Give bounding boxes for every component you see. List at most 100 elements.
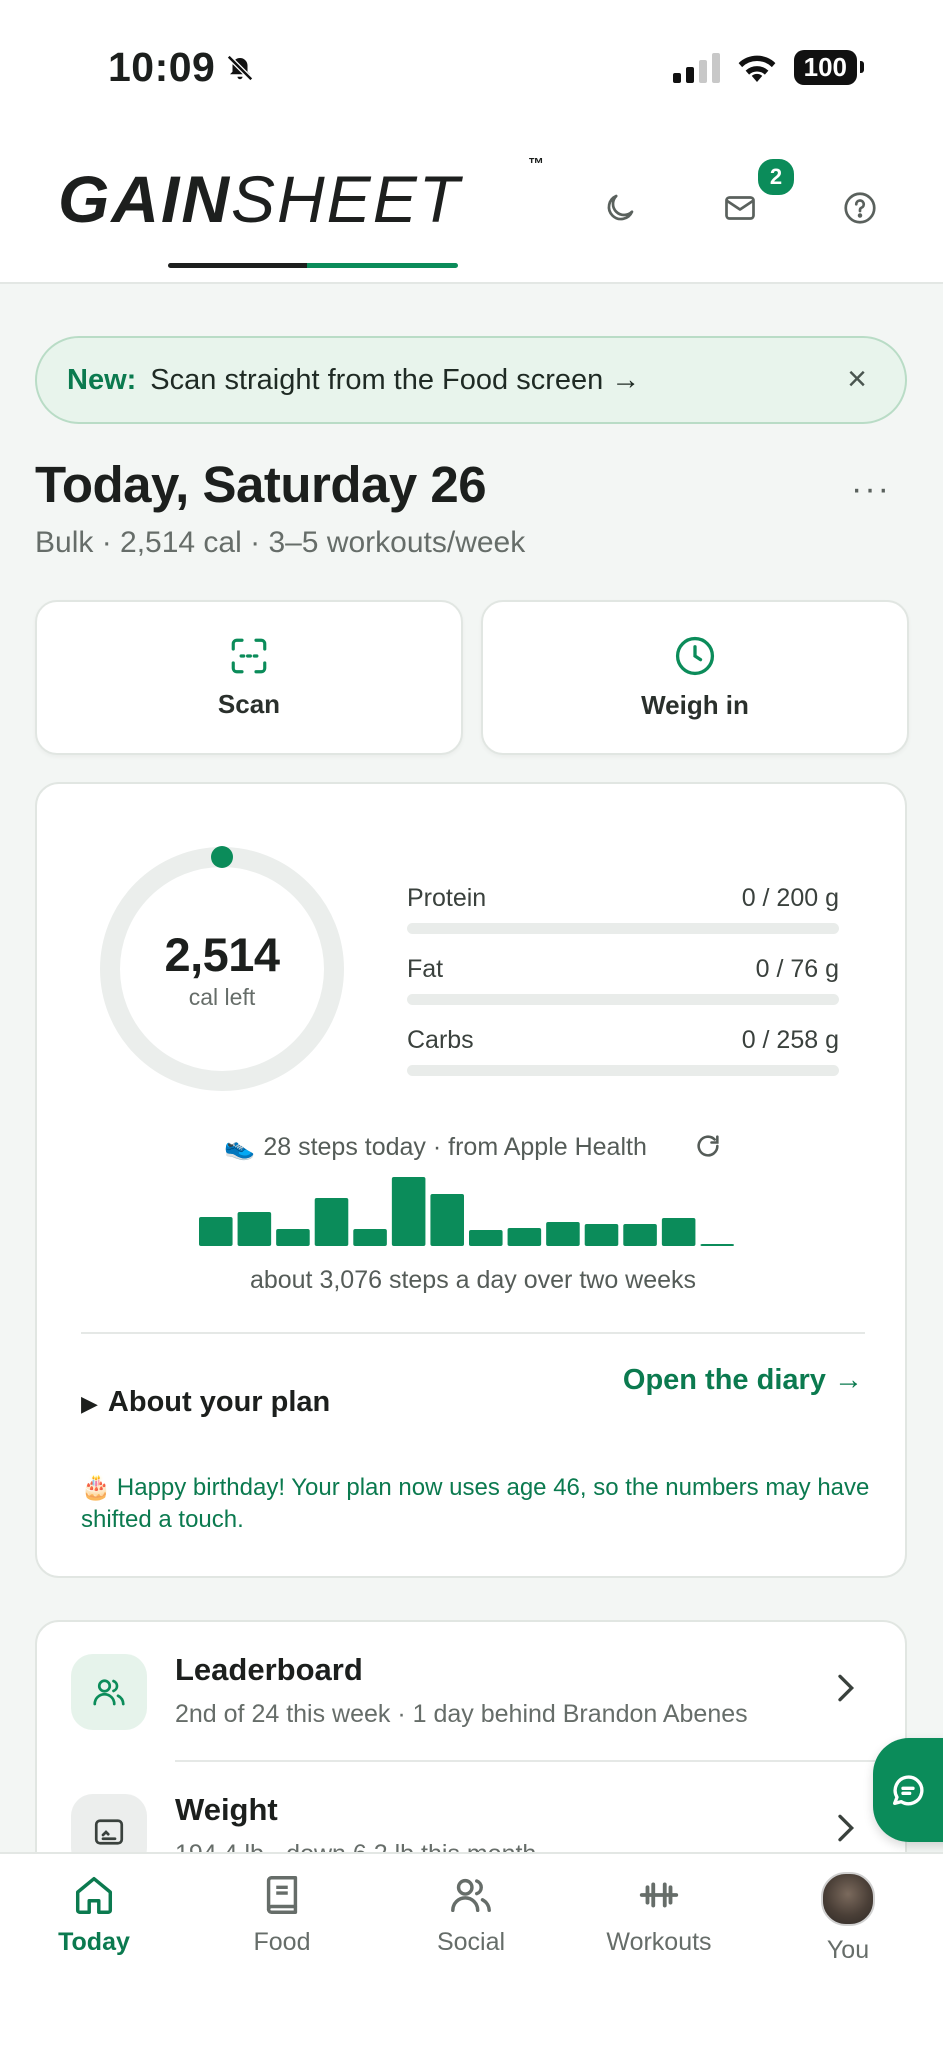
steps-bar xyxy=(353,1229,387,1246)
about-plan-toggle[interactable]: ▶ About your plan xyxy=(81,1386,330,1419)
chevron-right-icon xyxy=(838,1814,855,1842)
tab-social-label: Social xyxy=(436,1928,506,1956)
tab-you-label: You xyxy=(826,1936,870,1964)
banner-message[interactable]: Scan straight from the Food screen → xyxy=(150,364,640,397)
steps-average-text: about 3,076 steps a day over two weeks xyxy=(249,1266,697,1294)
about-plan-label: About your plan xyxy=(107,1386,331,1418)
scan-frame-icon xyxy=(231,638,267,674)
birthday-note-text: Happy birthday! Your plan now uses age 4… xyxy=(81,1474,870,1533)
tab-food-label: Food xyxy=(253,1928,311,1956)
help-button[interactable] xyxy=(838,186,882,230)
inbox-button[interactable] xyxy=(718,186,762,230)
logo-underline xyxy=(168,263,458,268)
weigh-in-label: Weigh in xyxy=(641,690,749,720)
logo-bold-text: GAIN xyxy=(58,162,231,236)
weight-title: Weight xyxy=(175,1792,278,1827)
macro-value: 0 / 258 g xyxy=(741,1026,839,1054)
steps-bar xyxy=(700,1244,734,1246)
steps-bar xyxy=(391,1177,426,1246)
tab-today-label: Today xyxy=(58,1928,130,1956)
steps-bar xyxy=(507,1228,542,1246)
scan-button[interactable]: Scan xyxy=(35,600,463,755)
leaderboard-row[interactable]: Leaderboard 2nd of 24 this week · 1 day … xyxy=(37,1622,905,1762)
calorie-ring: 2,514 cal left xyxy=(97,844,347,1094)
macro-progress-bar xyxy=(407,923,839,934)
avatar xyxy=(821,1872,875,1926)
cellular-signal-icon xyxy=(672,52,720,83)
disclosure-triangle-icon: ▶ xyxy=(81,1391,98,1416)
more-options-button[interactable]: ··· xyxy=(851,470,891,509)
steps-bar xyxy=(199,1217,233,1246)
shoe-icon: 👟 xyxy=(224,1133,256,1161)
app-header: GAINSHEET ™ xyxy=(0,130,943,284)
tab-food[interactable]: Food xyxy=(207,1872,357,1957)
status-bar: 10:09 100 xyxy=(0,0,943,130)
steps-bar-chart xyxy=(199,1177,734,1246)
wifi-icon xyxy=(738,55,775,82)
macro-name: Carbs xyxy=(407,1026,474,1054)
scan-label: Scan xyxy=(217,689,281,719)
steps-bar xyxy=(237,1212,272,1246)
macro-carbs: Carbs 0 / 258 g xyxy=(407,1026,839,1076)
clock-icon xyxy=(675,636,715,676)
chat-bubble-icon xyxy=(893,1775,924,1806)
trademark-symbol: ™ xyxy=(528,156,544,173)
dark-mode-toggle[interactable] xyxy=(598,186,642,230)
macro-name: Protein xyxy=(407,884,487,912)
moon-icon xyxy=(607,194,634,221)
bell-muted-icon xyxy=(227,54,254,81)
steps-bar xyxy=(469,1230,503,1246)
page-title: Today, Saturday 26 xyxy=(35,456,487,513)
leaderboard-subtitle: 2nd of 24 this week · 1 day behind Brand… xyxy=(175,1700,748,1728)
announcement-banner[interactable]: New: Scan straight from the Food screen … xyxy=(35,336,907,424)
tab-you[interactable]: You xyxy=(773,1872,923,1965)
calories-left-value: 2,514 xyxy=(164,928,280,981)
steps-chart xyxy=(197,1176,737,1246)
users-icon xyxy=(93,1679,125,1706)
steps-bar xyxy=(276,1229,310,1246)
steps-bar xyxy=(430,1194,464,1246)
dumbbell-icon xyxy=(639,1882,679,1908)
macro-progress-bar xyxy=(407,994,839,1005)
home-icon xyxy=(75,1876,113,1914)
steps-bar xyxy=(661,1218,696,1246)
banner-new-label: New: xyxy=(67,363,137,396)
macro-protein: Protein 0 / 200 g xyxy=(407,884,839,934)
tab-social[interactable]: Social xyxy=(396,1872,546,1957)
cake-icon: 🎂 xyxy=(81,1474,111,1501)
open-diary-link[interactable]: Open the diary → xyxy=(623,1364,863,1397)
help-circle-icon xyxy=(844,192,876,224)
calorie-ring-center: 2,514 cal left xyxy=(97,844,347,1094)
status-time-text: 10:09 xyxy=(108,44,216,90)
weigh-in-button[interactable]: Weigh in xyxy=(481,600,909,755)
steps-bar xyxy=(584,1224,619,1246)
status-time: 10:09 xyxy=(108,44,255,91)
tab-workouts-label: Workouts xyxy=(606,1928,712,1956)
steps-today-row: 👟 28 steps today · from Apple Health xyxy=(37,1132,909,1162)
mail-icon xyxy=(725,196,755,220)
tab-today[interactable]: Today xyxy=(19,1872,169,1957)
daily-summary-card: 2,514 cal left Protein 0 / 200 g Fat 0 / 7… xyxy=(35,782,907,1578)
banner-close-button[interactable]: × xyxy=(847,362,867,396)
section-divider xyxy=(81,1332,865,1334)
chevron-right-icon xyxy=(838,1674,855,1702)
leaderboard-title: Leaderboard xyxy=(175,1652,363,1687)
gainsheet-logo[interactable]: GAINSHEET ™ xyxy=(58,156,544,268)
leaderboard-icon-box xyxy=(71,1654,147,1730)
refresh-icon[interactable] xyxy=(694,1132,722,1160)
chat-button[interactable] xyxy=(873,1738,943,1842)
battery-indicator: 100 xyxy=(793,50,865,85)
birthday-note: 🎂 Happy birthday! Your plan now uses age … xyxy=(81,1472,871,1536)
macro-name: Fat xyxy=(407,955,444,983)
macro-value: 0 / 76 g xyxy=(755,955,839,983)
steps-bar xyxy=(546,1222,580,1246)
macro-fat: Fat 0 / 76 g xyxy=(407,955,839,1005)
tab-workouts[interactable]: Workouts xyxy=(584,1872,734,1957)
plan-summary: Bulk · 2,514 cal · 3–5 workouts/week xyxy=(35,526,526,559)
logo-light-text: SHEET xyxy=(231,162,462,236)
bottom-tab-bar: Today Food Social Workouts You xyxy=(0,1852,943,2050)
macro-progress-bar xyxy=(407,1065,839,1076)
steps-bar xyxy=(314,1198,349,1246)
status-indicators: 100 xyxy=(672,50,865,85)
mail-count-badge: 2 xyxy=(755,156,797,198)
